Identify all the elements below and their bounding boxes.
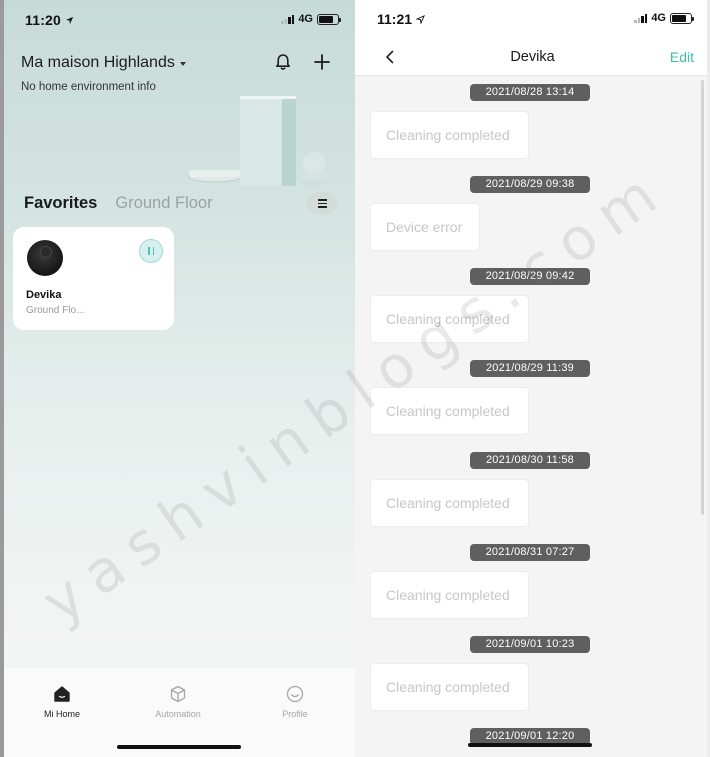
log-timestamp: 2021/08/29 09:38 [470,176,590,193]
signal-icon [634,13,648,23]
log-message[interactable]: Cleaning completed [370,663,529,711]
robot-vacuum-icon [27,240,63,276]
log-message[interactable]: Cleaning completed [370,295,529,343]
tab-favorites[interactable]: Favorites [24,194,97,213]
status-bar: 11:20 4G [0,0,355,40]
signal-icon [281,14,295,24]
room-menu-button[interactable] [307,192,337,215]
log-message[interactable]: Device error [370,203,480,251]
home-name: Ma maison Highlands [21,54,175,71]
screen-edge [0,0,4,757]
nav-bar: Devika Edit [355,38,710,76]
location-arrow-icon [415,15,425,25]
device-name: Devika [26,289,62,301]
room-tabs: Favorites Ground Floor [24,194,213,213]
log-timestamp: 2021/08/29 11:39 [470,360,590,377]
status-bar: 11:21 4G [355,0,710,38]
network-label: 4G [651,12,666,24]
log-message[interactable]: Cleaning completed [370,479,529,527]
device-card[interactable]: Devika Ground Flo... [13,227,174,330]
nav-label: Mi Home [43,709,80,719]
device-room: Ground Flo... [26,305,85,316]
log-timestamp: 2021/08/30 11:58 [470,452,590,469]
cube-icon [170,685,186,703]
home-environment-info: No home environment info [21,81,156,93]
log-timestamp: 2021/08/29 09:42 [470,268,590,285]
battery-icon [670,12,694,24]
nav-automation[interactable]: Automation [138,684,218,719]
log-message[interactable]: Cleaning completed [370,387,529,435]
nav-label: Profile [282,709,308,719]
status-time: 11:20 [25,12,74,28]
plus-icon[interactable] [312,52,332,72]
page-title: Devika [510,49,555,65]
bell-icon[interactable] [273,52,293,72]
device-log-screen: 11:21 4G Devika Edit 2021/08/28 13:14 Cl… [355,0,710,757]
bottom-nav: Mi Home Automation Profile [4,668,355,757]
nav-label: Automation [155,709,201,719]
caret-down-icon [179,62,186,66]
edit-button[interactable]: Edit [670,49,694,65]
network-label: 4G [298,13,313,25]
status-indicators: 4G [281,13,341,25]
home-illustration [188,96,329,186]
home-indicator [117,745,241,749]
location-arrow-icon [66,16,74,25]
battery-icon [317,13,341,25]
pause-icon[interactable] [139,239,163,263]
status-indicators: 4G [634,12,694,24]
screenshot-root: 11:20 4G Ma maison Highlands No home env… [0,0,710,757]
nav-profile[interactable]: Profile [255,684,335,719]
tab-ground-floor[interactable]: Ground Floor [115,194,212,213]
mi-home-screen: 11:20 4G Ma maison Highlands No home env… [0,0,355,757]
nav-mi-home[interactable]: Mi Home [22,684,102,719]
log-timestamp: 2021/08/28 13:14 [470,84,590,101]
home-indicator [468,743,592,747]
smiley-icon [286,685,304,703]
log-timestamp: 2021/08/31 07:27 [470,544,590,561]
home-selector[interactable]: Ma maison Highlands [21,54,186,72]
status-time: 11:21 [377,11,425,27]
log-message[interactable]: Cleaning completed [370,111,529,159]
log-message[interactable]: Cleaning completed [370,571,529,619]
scrollbar[interactable] [701,80,704,515]
log-timestamp: 2021/09/01 10:23 [470,636,590,653]
home-icon [54,686,70,702]
